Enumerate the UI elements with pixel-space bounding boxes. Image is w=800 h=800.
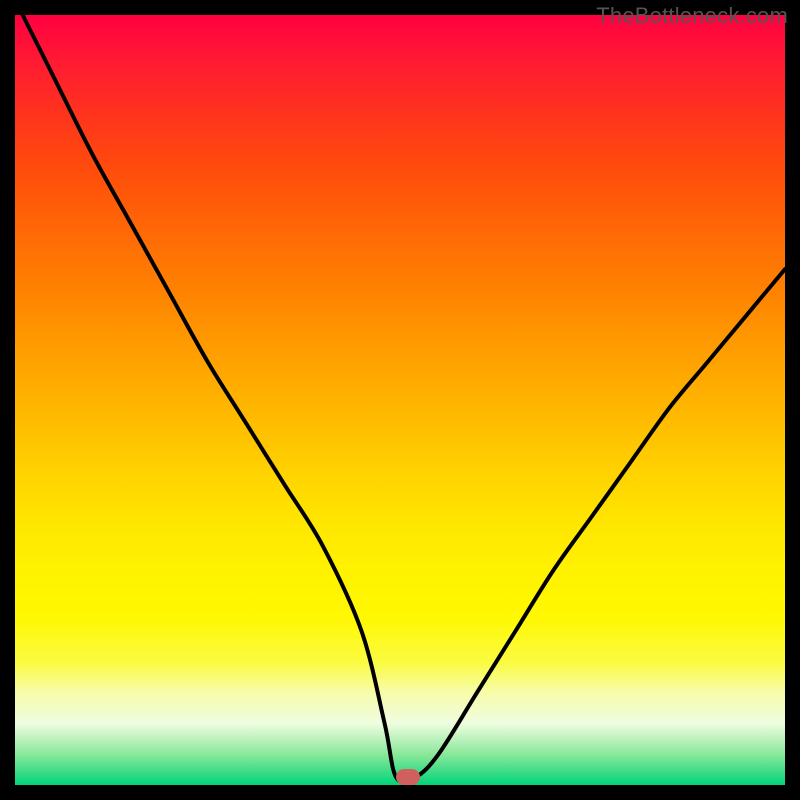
- plot-area: [15, 15, 785, 785]
- optimal-point-marker: [396, 769, 420, 785]
- attribution-text: TheBottleneck.com: [596, 3, 788, 29]
- chart-frame: TheBottleneck.com: [0, 0, 800, 800]
- bottleneck-curve: [15, 15, 785, 785]
